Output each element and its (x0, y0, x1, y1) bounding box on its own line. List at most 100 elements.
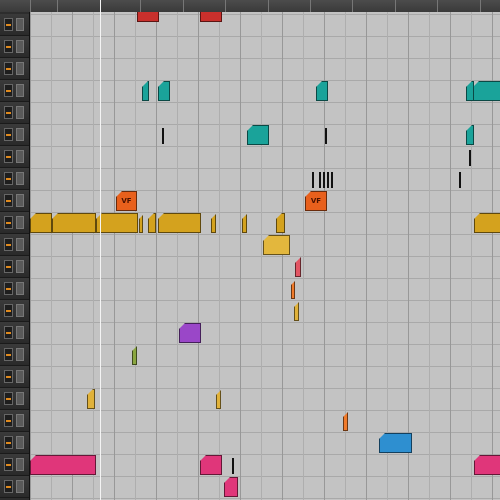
track-arm-button[interactable] (4, 392, 13, 405)
arrangement-clip[interactable] (474, 213, 500, 233)
track-mute-button[interactable] (16, 392, 24, 405)
arrangement-clip[interactable] (242, 213, 247, 233)
playhead-marker[interactable] (100, 0, 101, 500)
track-arm-button[interactable] (4, 172, 13, 185)
track-mute-button[interactable] (16, 40, 24, 53)
track-mute-button[interactable] (16, 326, 24, 339)
track-arm-button[interactable] (4, 326, 13, 339)
track-arm-button[interactable] (4, 128, 13, 141)
track-header[interactable] (0, 410, 29, 432)
track-arm-button[interactable] (4, 106, 13, 119)
arrangement-clip[interactable] (96, 213, 138, 233)
track-header[interactable] (0, 212, 29, 234)
track-arm-button[interactable] (4, 216, 13, 229)
arrangement-clip[interactable] (276, 213, 285, 233)
track-header[interactable] (0, 476, 29, 498)
arrangement-clip[interactable] (312, 172, 314, 188)
track-mute-button[interactable] (16, 458, 24, 471)
track-mute-button[interactable] (16, 128, 24, 141)
arrangement-clip[interactable] (466, 81, 474, 101)
track-arm-button[interactable] (4, 62, 13, 75)
arrangement-clip[interactable] (148, 213, 156, 233)
track-header[interactable] (0, 366, 29, 388)
track-mute-button[interactable] (16, 150, 24, 163)
track-mute-button[interactable] (16, 370, 24, 383)
track-arm-button[interactable] (4, 194, 13, 207)
arrangement-clip[interactable] (200, 455, 222, 475)
track-header[interactable] (0, 388, 29, 410)
track-header[interactable] (0, 14, 29, 36)
track-header[interactable] (0, 102, 29, 124)
track-mute-button[interactable] (16, 260, 24, 273)
track-arm-button[interactable] (4, 282, 13, 295)
track-mute-button[interactable] (16, 62, 24, 75)
track-header[interactable] (0, 256, 29, 278)
track-header[interactable] (0, 146, 29, 168)
arrangement-clip[interactable] (316, 81, 328, 101)
track-mute-button[interactable] (16, 216, 24, 229)
track-arm-button[interactable] (4, 348, 13, 361)
arrangement-clip[interactable] (327, 172, 329, 188)
arrangement-clip[interactable] (379, 433, 412, 453)
track-arm-button[interactable] (4, 40, 13, 53)
track-arm-button[interactable] (4, 260, 13, 273)
arrangement-clip[interactable] (459, 172, 461, 188)
track-header[interactable] (0, 322, 29, 344)
track-arm-button[interactable] (4, 18, 13, 31)
track-header[interactable] (0, 190, 29, 212)
track-mute-button[interactable] (16, 106, 24, 119)
arrangement-clip[interactable] (473, 81, 500, 101)
arrangement-clip[interactable] (232, 458, 234, 474)
track-header[interactable] (0, 168, 29, 190)
track-arm-button[interactable] (4, 480, 13, 493)
track-arm-button[interactable] (4, 436, 13, 449)
arrangement-clip[interactable] (52, 213, 96, 233)
arrangement-clip[interactable] (139, 213, 143, 233)
arrangement-clip[interactable] (158, 213, 201, 233)
track-mute-button[interactable] (16, 84, 24, 97)
track-mute-button[interactable] (16, 282, 24, 295)
track-mute-button[interactable] (16, 18, 24, 31)
arrangement-clip[interactable] (30, 455, 96, 475)
arrangement-clip[interactable] (319, 172, 321, 188)
track-header[interactable] (0, 278, 29, 300)
arrangement-clip[interactable] (200, 12, 222, 22)
track-arm-button[interactable] (4, 304, 13, 317)
track-arm-button[interactable] (4, 238, 13, 251)
track-arm-button[interactable] (4, 84, 13, 97)
arrangement-clip[interactable] (158, 81, 170, 101)
track-header[interactable] (0, 300, 29, 322)
track-header[interactable] (0, 454, 29, 476)
arrangement-clip[interactable] (179, 323, 201, 343)
arrangement-clip[interactable] (211, 213, 216, 233)
arrangement-clip[interactable] (142, 81, 149, 101)
track-mute-button[interactable] (16, 414, 24, 427)
track-mute-button[interactable] (16, 172, 24, 185)
arrangement-clip[interactable] (30, 213, 52, 233)
track-header[interactable] (0, 80, 29, 102)
track-header[interactable] (0, 432, 29, 454)
arrangement-clip[interactable] (247, 125, 269, 145)
track-mute-button[interactable] (16, 348, 24, 361)
track-arm-button[interactable] (4, 150, 13, 163)
track-mute-button[interactable] (16, 480, 24, 493)
track-header[interactable] (0, 36, 29, 58)
arrangement-clip[interactable] (294, 301, 299, 321)
track-header[interactable] (0, 234, 29, 256)
track-arm-button[interactable] (4, 414, 13, 427)
arrangement-clip[interactable] (325, 128, 327, 144)
arrangement-clip[interactable] (469, 150, 471, 166)
arrangement-clip[interactable]: VF (116, 191, 137, 211)
track-mute-button[interactable] (16, 194, 24, 207)
track-header[interactable] (0, 124, 29, 146)
track-arm-button[interactable] (4, 458, 13, 471)
arrangement-clip[interactable] (295, 257, 301, 277)
track-mute-button[interactable] (16, 304, 24, 317)
track-header[interactable] (0, 344, 29, 366)
arrangement-clip[interactable] (291, 279, 295, 299)
arrangement-clip[interactable] (331, 172, 333, 188)
arrangement-clip[interactable]: VF (305, 191, 327, 211)
track-header[interactable] (0, 58, 29, 80)
track-arm-button[interactable] (4, 370, 13, 383)
arrangement-clip[interactable] (323, 172, 325, 188)
